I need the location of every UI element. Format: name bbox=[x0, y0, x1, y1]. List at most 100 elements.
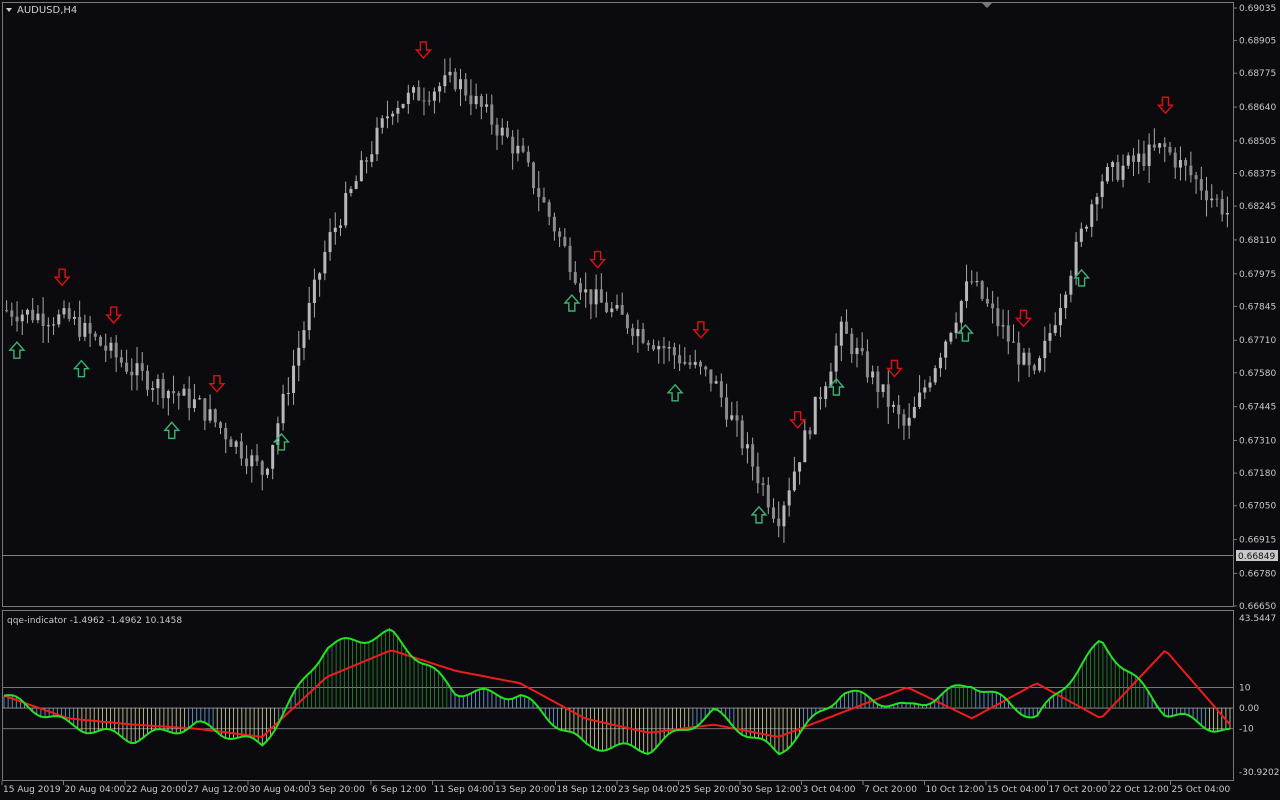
candle-body bbox=[286, 392, 290, 394]
candle-body bbox=[338, 225, 342, 228]
candle-body bbox=[1022, 352, 1026, 365]
candle-body bbox=[865, 351, 869, 378]
candle-body bbox=[443, 75, 447, 87]
candle-body bbox=[458, 79, 462, 90]
candle-body bbox=[135, 363, 139, 376]
time-tick-label: 10 Oct 12:00 bbox=[926, 785, 985, 795]
candle-body bbox=[344, 193, 348, 226]
candle-body bbox=[365, 160, 369, 162]
candle-body bbox=[683, 362, 687, 364]
candle-body bbox=[31, 309, 35, 321]
indicator-frame bbox=[2, 610, 1234, 781]
candle-body bbox=[646, 342, 650, 346]
candle-body bbox=[1011, 341, 1015, 343]
candle-body bbox=[52, 324, 56, 326]
candle-body bbox=[20, 314, 24, 322]
candle-body bbox=[578, 283, 582, 293]
candle-body bbox=[568, 245, 572, 273]
candle-body bbox=[464, 79, 468, 96]
candle-body bbox=[1194, 175, 1198, 180]
candle-body bbox=[672, 347, 676, 356]
candle-body bbox=[563, 236, 567, 246]
price-tick-label: 0.67050 bbox=[1239, 502, 1276, 512]
candle-body bbox=[406, 92, 410, 105]
candle-body bbox=[1027, 352, 1031, 366]
candle-body bbox=[1111, 162, 1115, 167]
candle-body bbox=[881, 384, 885, 392]
candle-body bbox=[725, 397, 729, 420]
candle-body bbox=[62, 308, 66, 315]
candle-body bbox=[918, 392, 922, 407]
candle-body bbox=[1038, 358, 1042, 371]
candle-body bbox=[719, 381, 723, 398]
candle-body bbox=[1168, 147, 1172, 153]
time-tick-label: 6 Sep 12:00 bbox=[372, 785, 427, 795]
candle-body bbox=[547, 202, 551, 217]
candle-body bbox=[652, 345, 656, 350]
candle-body bbox=[1215, 198, 1219, 200]
candle-body bbox=[1225, 213, 1229, 215]
candle-body bbox=[396, 107, 400, 114]
candle-body bbox=[949, 332, 953, 342]
candle-body bbox=[605, 302, 609, 313]
candle-body bbox=[923, 387, 927, 393]
candle-body bbox=[93, 333, 97, 337]
symbol-label[interactable]: AUDUSD,H4 bbox=[6, 5, 77, 16]
candle-body bbox=[385, 116, 389, 119]
candle-body bbox=[307, 302, 311, 331]
candle-body bbox=[391, 113, 395, 117]
candle-body bbox=[1048, 332, 1052, 341]
candle-body bbox=[10, 310, 14, 317]
candle-body bbox=[698, 361, 702, 367]
candle-body bbox=[615, 305, 619, 309]
candle-body bbox=[552, 216, 556, 232]
candle-body bbox=[239, 441, 243, 459]
candle-body bbox=[944, 341, 948, 358]
indicator-tick-label: -30.9202 bbox=[1239, 768, 1279, 778]
candle-body bbox=[1142, 153, 1146, 166]
time-tick-label: 30 Aug 04:00 bbox=[249, 785, 310, 795]
candle-body bbox=[5, 310, 9, 312]
candle-body bbox=[453, 71, 457, 90]
candle-body bbox=[1152, 144, 1156, 148]
candle-body bbox=[292, 365, 296, 393]
candle-body bbox=[427, 100, 431, 102]
indicator-tick-label: 43.5447 bbox=[1239, 614, 1276, 624]
time-tick-label: 25 Sep 20:00 bbox=[680, 785, 740, 795]
candle-body bbox=[46, 325, 50, 327]
price-tick-label: 0.68245 bbox=[1239, 202, 1276, 212]
candle-body bbox=[542, 197, 546, 203]
candle-body bbox=[500, 127, 504, 136]
candle-body bbox=[36, 313, 40, 321]
candle-body bbox=[1069, 275, 1073, 295]
candle-body bbox=[432, 91, 436, 101]
candle-body bbox=[740, 420, 744, 449]
candle-body bbox=[1090, 204, 1094, 227]
candle-body bbox=[370, 154, 374, 162]
candle-body bbox=[380, 118, 384, 128]
candle-body bbox=[850, 333, 854, 354]
candle-body bbox=[245, 458, 249, 467]
candle-body bbox=[730, 415, 734, 420]
candle-body bbox=[803, 430, 807, 463]
candle-body bbox=[234, 441, 238, 447]
candle-body bbox=[83, 322, 87, 337]
chart-window[interactable]: AUDUSD,H4 0.690350.689050.687750.686400.… bbox=[0, 0, 1280, 800]
candle-body bbox=[172, 391, 176, 394]
candle-body bbox=[333, 227, 337, 233]
candle-body bbox=[641, 329, 645, 343]
price-tick-label: 0.67445 bbox=[1239, 403, 1276, 413]
candle-body bbox=[1058, 308, 1062, 326]
time-tick-label: 18 Sep 12:00 bbox=[557, 785, 617, 795]
candle-body bbox=[954, 322, 958, 333]
candle-body bbox=[678, 355, 682, 364]
candle-body bbox=[224, 427, 228, 440]
candle-body bbox=[359, 160, 363, 182]
candle-body bbox=[125, 362, 129, 372]
candle-body bbox=[594, 289, 598, 305]
candle-body bbox=[1178, 160, 1182, 168]
candle-body bbox=[1064, 294, 1068, 309]
candle-body bbox=[798, 462, 802, 472]
time-axis: 15 Aug 2019 20 Aug 04:00 22 Aug 20:00 27 Au… bbox=[1, 781, 1230, 795]
candle-body bbox=[109, 342, 113, 351]
